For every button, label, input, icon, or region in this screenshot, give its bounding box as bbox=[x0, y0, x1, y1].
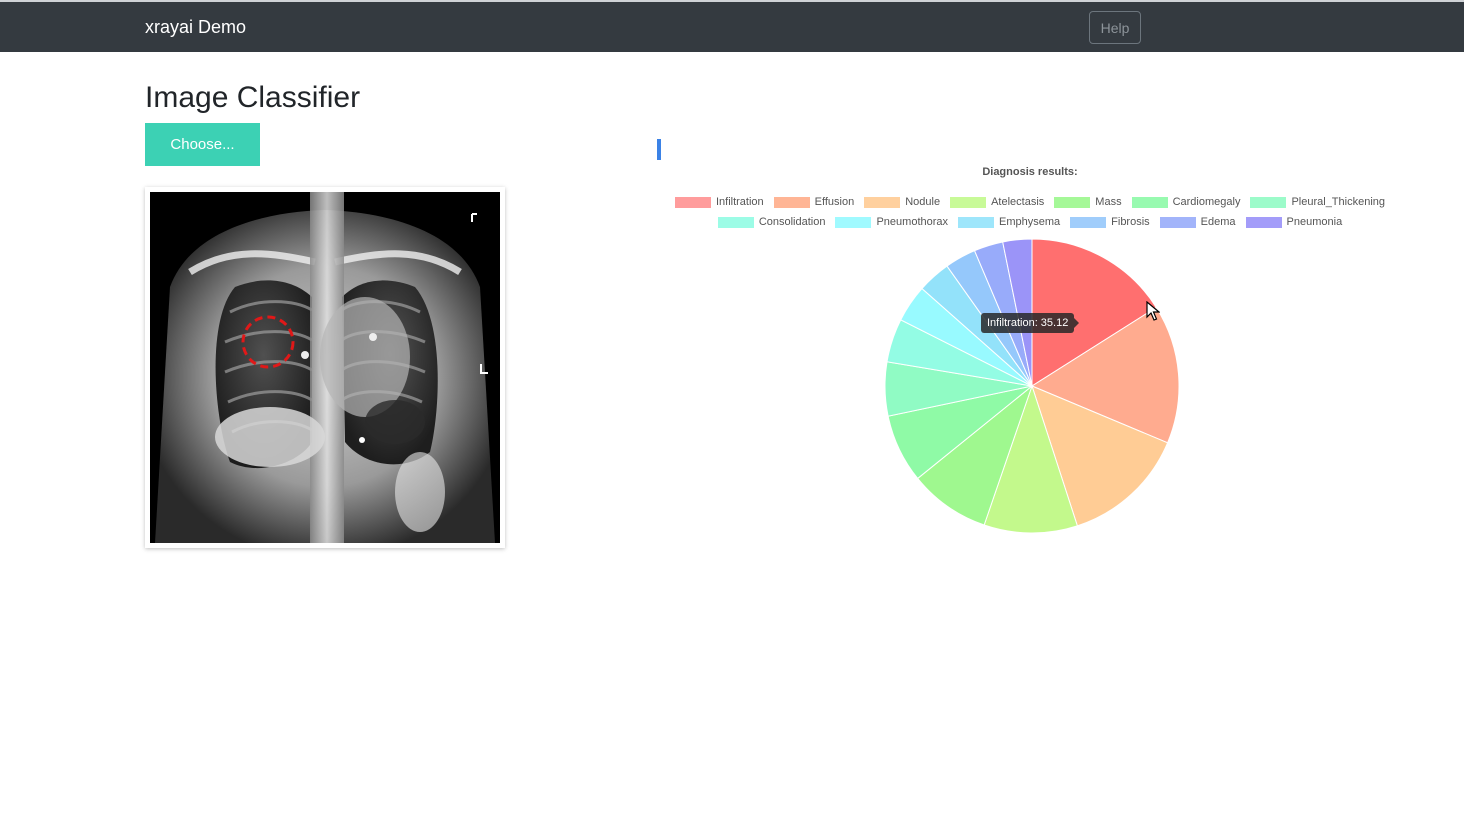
diagnosis-pie-chart[interactable] bbox=[880, 234, 1190, 544]
legend-swatch bbox=[835, 216, 872, 228]
chest-xray-image bbox=[150, 192, 500, 543]
help-button[interactable]: Help bbox=[1089, 11, 1141, 44]
brand-link[interactable]: xrayai Demo bbox=[145, 16, 246, 38]
legend-item-nodule[interactable]: Nodule bbox=[864, 196, 940, 208]
legend-swatch bbox=[773, 196, 810, 208]
legend-item-infiltration[interactable]: Infiltration bbox=[674, 196, 764, 208]
xray-image-card bbox=[145, 187, 505, 548]
chart-legend-row-1: Infiltration Effusion Nodule Atelectasis… bbox=[640, 196, 1420, 208]
legend-label: Consolidation bbox=[758, 216, 826, 228]
legend-item-pneumothorax[interactable]: Pneumothorax bbox=[835, 216, 948, 228]
legend-swatch bbox=[1159, 216, 1196, 228]
legend-item-cardiomegaly[interactable]: Cardiomegaly bbox=[1131, 196, 1241, 208]
navbar: xrayai Demo Help bbox=[0, 2, 1464, 52]
legend-item-consolidation[interactable]: Consolidation bbox=[717, 216, 826, 228]
legend-swatch bbox=[1131, 196, 1168, 208]
legend-swatch bbox=[950, 196, 987, 208]
legend-label: Pleural_Thickening bbox=[1291, 196, 1386, 208]
legend-label: Infiltration bbox=[715, 196, 764, 208]
choose-file-button[interactable]: Choose... bbox=[145, 123, 260, 166]
legend-swatch bbox=[864, 196, 901, 208]
legend-swatch bbox=[1250, 196, 1287, 208]
legend-swatch bbox=[1070, 216, 1107, 228]
legend-label: Mass bbox=[1095, 196, 1122, 208]
legend-item-pneumonia[interactable]: Pneumonia bbox=[1245, 216, 1343, 228]
legend-item-effusion[interactable]: Effusion bbox=[773, 196, 855, 208]
legend-label: Fibrosis bbox=[1111, 216, 1150, 228]
upload-progress-bar bbox=[657, 139, 661, 160]
legend-label: Edema bbox=[1200, 216, 1236, 228]
legend-swatch bbox=[674, 196, 711, 208]
legend-swatch bbox=[1245, 216, 1282, 228]
page-title: Image Classifier bbox=[145, 81, 361, 114]
legend-item-atelectasis[interactable]: Atelectasis bbox=[950, 196, 1044, 208]
legend-swatch bbox=[1054, 196, 1091, 208]
legend-label: Nodule bbox=[905, 196, 941, 208]
legend-swatch bbox=[958, 216, 995, 228]
legend-label: Pneumothorax bbox=[876, 216, 949, 228]
legend-item-fibrosis[interactable]: Fibrosis bbox=[1070, 216, 1150, 228]
legend-item-pleural-thickening[interactable]: Pleural_Thickening bbox=[1250, 196, 1385, 208]
legend-label: Pneumonia bbox=[1286, 216, 1343, 228]
legend-swatch bbox=[717, 216, 754, 228]
legend-label: Effusion bbox=[814, 196, 855, 208]
legend-label: Emphysema bbox=[999, 216, 1061, 228]
chart-title: Diagnosis results: bbox=[982, 166, 1078, 178]
mouse-cursor-icon bbox=[1146, 301, 1160, 321]
legend-item-mass[interactable]: Mass bbox=[1054, 196, 1122, 208]
chart-legend-row-2: Consolidation Pneumothorax Emphysema Fib… bbox=[640, 216, 1420, 228]
legend-label: Atelectasis bbox=[991, 196, 1045, 208]
legend-item-edema[interactable]: Edema bbox=[1159, 216, 1236, 228]
chart-tooltip: Infiltration: 35.12 bbox=[981, 313, 1080, 333]
legend-label: Cardiomegaly bbox=[1172, 196, 1241, 208]
legend-item-emphysema[interactable]: Emphysema bbox=[958, 216, 1060, 228]
